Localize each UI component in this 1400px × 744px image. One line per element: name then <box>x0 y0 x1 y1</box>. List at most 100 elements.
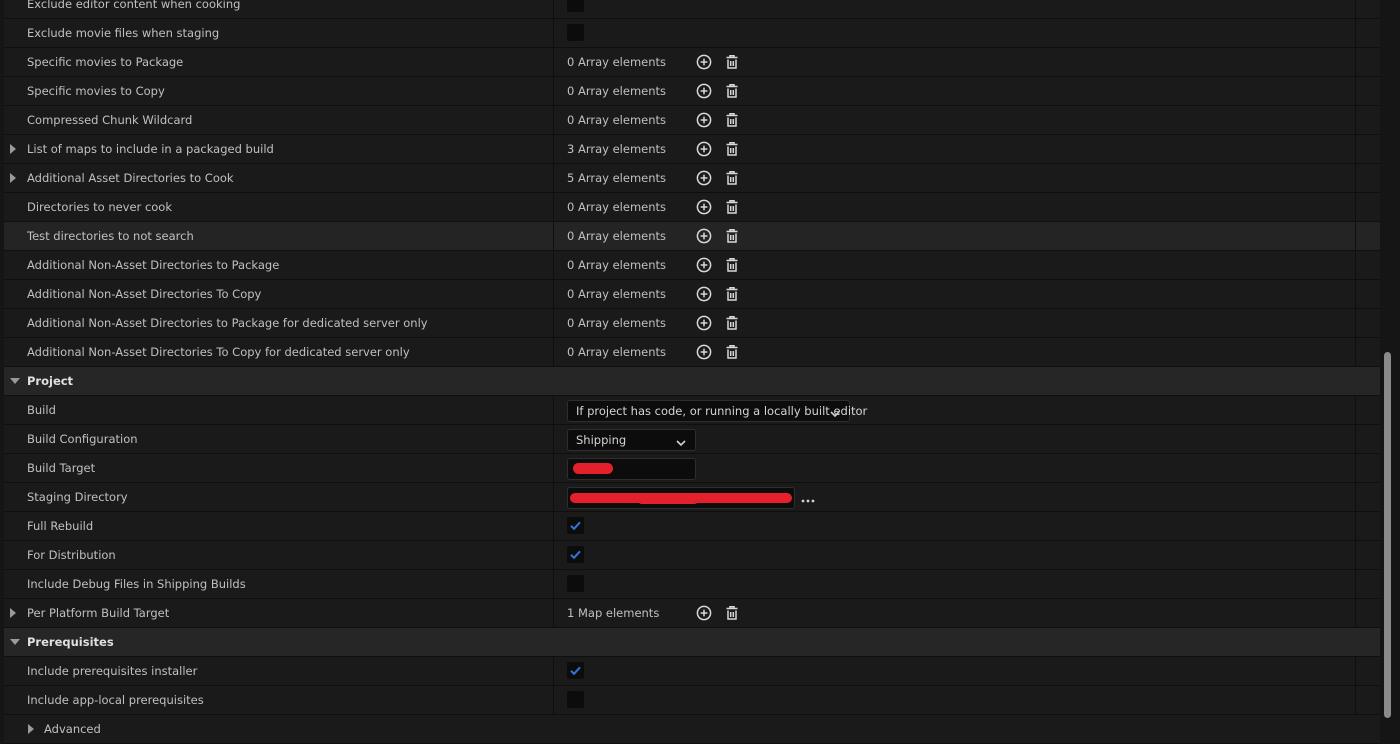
add-circle-icon[interactable] <box>696 83 712 99</box>
array-count: 0 Array elements <box>567 258 667 272</box>
add-circle-icon[interactable] <box>696 605 712 621</box>
expand-icon[interactable] <box>10 173 16 183</box>
settings-row: Directories to never cook 0 Array element… <box>4 193 1380 222</box>
array-count: 0 Array elements <box>567 345 667 359</box>
expand-icon[interactable] <box>10 608 16 618</box>
build-configuration-dropdown[interactable]: Shipping <box>567 429 696 451</box>
checkmark-icon <box>570 521 581 531</box>
expand-icon[interactable] <box>28 724 34 734</box>
trash-icon[interactable] <box>724 170 740 186</box>
row-include-prerequisites-installer: Include prerequisites installer <box>4 657 1380 686</box>
row-for-distribution: For Distribution <box>4 541 1380 570</box>
array-count: 0 Array elements <box>567 229 667 243</box>
row-build-configuration: Build Configuration Shipping <box>4 425 1380 454</box>
packaging-settings-panel: Exclude editor content when cooking Exclu… <box>4 0 1380 744</box>
collapse-icon[interactable] <box>10 639 20 645</box>
add-circle-icon[interactable] <box>696 286 712 302</box>
expand-icon[interactable] <box>10 144 16 154</box>
trash-icon[interactable] <box>724 257 740 273</box>
full-rebuild-checkbox[interactable] <box>567 517 584 534</box>
row-per-platform-build-target: Per Platform Build Target 1 Map elements <box>4 599 1380 628</box>
settings-row: Additional Asset Directories to Cook 5 Ar… <box>4 164 1380 193</box>
add-circle-icon[interactable] <box>696 170 712 186</box>
checkmark-icon <box>570 550 581 560</box>
array-count: 0 Array elements <box>567 84 667 98</box>
for-distribution-checkbox[interactable] <box>567 546 584 563</box>
project-section-header[interactable]: Project <box>4 367 1380 396</box>
section-title: Prerequisites <box>27 635 114 649</box>
trash-icon[interactable] <box>724 315 740 331</box>
array-count: 5 Array elements <box>567 171 667 185</box>
settings-row: List of maps to include in a packaged bu… <box>4 135 1380 164</box>
row-label: List of maps to include in a packaged bu… <box>27 142 274 156</box>
advanced-expander[interactable]: Advanced <box>4 715 1380 744</box>
add-circle-icon[interactable] <box>696 257 712 273</box>
row-include-app-local-prerequisites: Include app-local prerequisites <box>4 686 1380 715</box>
include-app-local-checkbox[interactable] <box>567 691 584 708</box>
row-label: Directories to never cook <box>27 200 172 214</box>
settings-row: Specific movies to Package 0 Array elemen… <box>4 48 1380 77</box>
settings-row: Additional Non-Asset Directories to Pack… <box>4 309 1380 338</box>
row-full-rebuild: Full Rebuild <box>4 512 1380 541</box>
add-circle-icon[interactable] <box>696 112 712 128</box>
add-circle-icon[interactable] <box>696 199 712 215</box>
trash-icon[interactable] <box>724 54 740 70</box>
browse-button[interactable] <box>801 492 815 506</box>
build-target-input[interactable] <box>567 458 696 480</box>
row-build: Build If project has code, or running a … <box>4 396 1380 425</box>
dropdown-value: If project has code, or running a locall… <box>576 404 868 418</box>
trash-icon[interactable] <box>724 83 740 99</box>
settings-row: Exclude editor content when cooking <box>4 0 1380 19</box>
build-dropdown[interactable]: If project has code, or running a locall… <box>567 400 867 422</box>
row-label: Include prerequisites installer <box>27 664 198 678</box>
chevron-down-icon <box>676 436 686 450</box>
row-label: Specific movies to Package <box>27 55 184 69</box>
settings-row: Additional Non-Asset Directories to Pack… <box>4 251 1380 280</box>
add-circle-icon[interactable] <box>696 141 712 157</box>
settings-row: Specific movies to Copy 0 Array elements <box>4 77 1380 106</box>
trash-icon[interactable] <box>724 605 740 621</box>
row-label: Staging Directory <box>27 490 128 504</box>
trash-icon[interactable] <box>724 141 740 157</box>
row-label: Additional Asset Directories to Cook <box>27 171 234 185</box>
trash-icon[interactable] <box>724 228 740 244</box>
map-count: 1 Map elements <box>567 606 660 620</box>
row-label: Include app-local prerequisites <box>27 693 204 707</box>
add-circle-icon[interactable] <box>696 54 712 70</box>
add-circle-icon[interactable] <box>696 228 712 244</box>
settings-row: Additional Non-Asset Directories To Copy… <box>4 280 1380 309</box>
trash-icon[interactable] <box>724 112 740 128</box>
scrollbar-thumb[interactable] <box>1384 352 1391 718</box>
row-staging-directory: Staging Directory <box>4 483 1380 512</box>
redaction-mark <box>638 497 698 504</box>
row-label: Additional Non-Asset Directories To Copy <box>27 287 262 301</box>
redaction-mark <box>573 463 613 474</box>
array-count: 0 Array elements <box>567 55 667 69</box>
settings-row: Exclude movie files when staging <box>4 19 1380 48</box>
setting-checkbox[interactable] <box>567 0 584 12</box>
add-circle-icon[interactable] <box>696 315 712 331</box>
setting-checkbox[interactable] <box>567 24 584 41</box>
row-label: Specific movies to Copy <box>27 84 165 98</box>
array-count: 3 Array elements <box>567 142 667 156</box>
include-debug-files-checkbox[interactable] <box>567 575 584 592</box>
trash-icon[interactable] <box>724 199 740 215</box>
staging-directory-input[interactable] <box>567 487 795 509</box>
settings-row: Additional Non-Asset Directories To Copy… <box>4 338 1380 367</box>
row-label: Exclude movie files when staging <box>27 26 220 40</box>
checkmark-icon <box>570 666 581 676</box>
section-title: Project <box>27 374 74 388</box>
row-label: Per Platform Build Target <box>27 606 170 620</box>
collapse-icon[interactable] <box>10 378 20 384</box>
row-build-target: Build Target <box>4 454 1380 483</box>
trash-icon[interactable] <box>724 344 740 360</box>
array-count: 0 Array elements <box>567 200 667 214</box>
trash-icon[interactable] <box>724 286 740 302</box>
include-installer-checkbox[interactable] <box>567 662 584 679</box>
add-circle-icon[interactable] <box>696 344 712 360</box>
prerequisites-section-header[interactable]: Prerequisites <box>4 628 1380 657</box>
advanced-label: Advanced <box>44 722 101 736</box>
row-label: Test directories to not search <box>27 229 194 243</box>
row-label: Additional Non-Asset Directories To Copy… <box>27 345 410 359</box>
row-label: Include Debug Files in Shipping Builds <box>27 577 246 591</box>
